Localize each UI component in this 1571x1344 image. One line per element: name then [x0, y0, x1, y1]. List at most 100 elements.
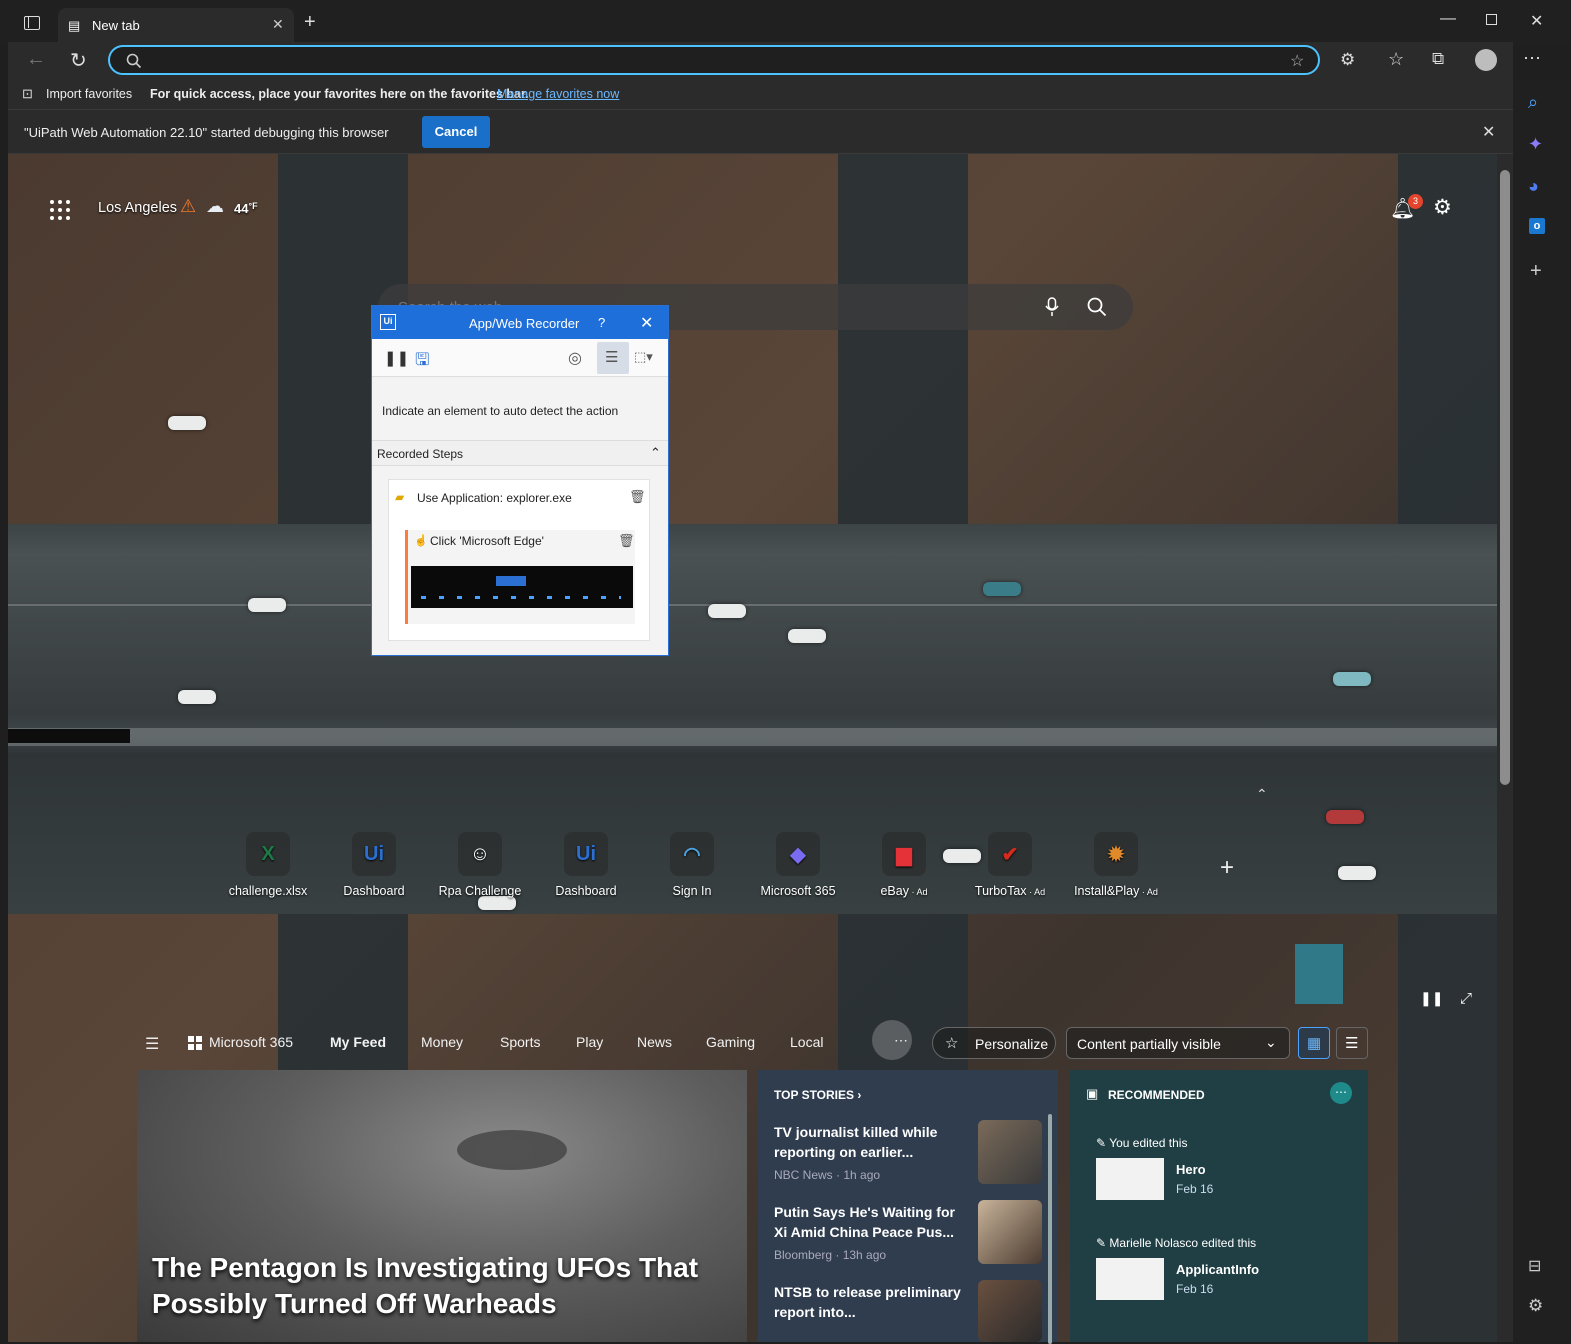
pause-recording-button[interactable]: ❚❚: [384, 349, 409, 367]
list-view-button[interactable]: ☰: [1336, 1027, 1368, 1059]
recommended-more-button[interactable]: ⋯: [1330, 1082, 1352, 1104]
uipath-icon: Ui: [564, 832, 608, 876]
close-tab-icon[interactable]: ✕: [272, 16, 284, 33]
step-screenshot-thumbnail: [411, 566, 633, 608]
quick-link-dashboard[interactable]: Ui Dashboard: [536, 832, 636, 898]
robot-icon: ☺: [458, 832, 502, 876]
sidebar-settings-icon[interactable]: ⚙: [1528, 1296, 1543, 1316]
quick-link-turbotax[interactable]: ✔ TurboTax · Ad: [960, 832, 1060, 898]
address-bar[interactable]: ☆: [108, 45, 1320, 75]
quick-link-ebay[interactable]: ▆ eBay · Ad: [854, 832, 954, 898]
page-scrollbar-thumb[interactable]: [1500, 170, 1510, 785]
checklist-icon: ☰: [605, 349, 619, 366]
nav-my-feed[interactable]: My Feed: [330, 1034, 386, 1050]
newtab-icon: ▤: [68, 18, 81, 33]
close-infobar-icon[interactable]: ✕: [1482, 122, 1495, 142]
top-stories-card: TOP STORIES › TV journalist killed while…: [758, 1070, 1058, 1344]
steps-view-toggle[interactable]: ☰: [597, 342, 629, 374]
recorder-close-button[interactable]: ✕: [640, 313, 653, 333]
manage-favorites-link[interactable]: Manage favorites now: [497, 87, 619, 101]
hamburger-menu-icon[interactable]: ☰: [145, 1034, 159, 1054]
target-detection-icon[interactable]: ◎: [568, 348, 582, 368]
recorder-help-button[interactable]: ?: [598, 315, 605, 330]
edited-by: ✎ You edited this: [1096, 1136, 1188, 1150]
recommended-item[interactable]: ✎ Marielle Nolasco edited this Applicant…: [1096, 1236, 1356, 1300]
step-use-application[interactable]: ▰ Use Application: explorer.exe 🗑︎ ☝ Cli…: [388, 479, 650, 641]
more-menu-icon[interactable]: ⋯: [1523, 48, 1541, 69]
delete-step-icon[interactable]: 🗑︎: [618, 533, 635, 549]
collections-icon[interactable]: ⧉: [1432, 49, 1444, 69]
pause-background-icon[interactable]: ❚❚: [1420, 990, 1443, 1007]
sidebar-add-icon[interactable]: +: [1530, 260, 1542, 283]
address-input[interactable]: [150, 50, 1270, 70]
sidebar-discover-icon[interactable]: ✦: [1528, 134, 1543, 155]
tab-actions-icon[interactable]: [24, 16, 40, 30]
favorites-icon[interactable]: ☆: [1388, 49, 1404, 70]
sidebar-search-icon[interactable]: ⌕: [1528, 92, 1538, 113]
hero-card[interactable]: The Pentagon Is Investigating UFOs That …: [137, 1070, 747, 1342]
nav-money[interactable]: Money: [421, 1034, 463, 1050]
web-search-icon[interactable]: [1087, 297, 1107, 317]
sidebar-outlook-icon[interactable]: o: [1529, 218, 1545, 234]
top-stories-header[interactable]: TOP STORIES ›: [774, 1088, 861, 1102]
collapse-quicklinks-icon[interactable]: ⌃: [1256, 786, 1268, 803]
save-recording-button[interactable]: 🖫︎: [415, 347, 429, 376]
nav-gaming[interactable]: Gaming: [706, 1034, 755, 1050]
recommended-card: ▣ RECOMMENDED ⋯ ✎ You edited this Hero F…: [1070, 1070, 1368, 1342]
maximize-button[interactable]: [1486, 14, 1497, 25]
story-item[interactable]: Putin Says He's Waiting for Xi Amid Chin…: [774, 1202, 964, 1262]
refresh-button[interactable]: ↻: [70, 48, 87, 73]
nav-play[interactable]: Play: [576, 1034, 603, 1050]
new-tab-button[interactable]: +: [304, 11, 316, 34]
signin-icon: ◠: [670, 832, 714, 876]
nav-local[interactable]: Local: [790, 1034, 823, 1050]
screenshot-dropdown-icon[interactable]: ⬚▾: [634, 349, 653, 365]
recorded-steps-header[interactable]: Recorded Steps ⌃: [372, 440, 668, 466]
microphone-icon[interactable]: [1045, 297, 1059, 317]
sidebar-copilot-icon[interactable]: ◕: [1528, 176, 1539, 197]
nav-more-icon[interactable]: ⋯: [894, 1032, 908, 1049]
step-click-edge[interactable]: ☝ Click 'Microsoft Edge' 🗑︎: [405, 530, 635, 624]
story-item[interactable]: TV journalist killed while reporting on …: [774, 1122, 964, 1182]
sidebar-hide-icon[interactable]: ⊟: [1528, 1256, 1541, 1276]
minimize-button[interactable]: —: [1440, 10, 1456, 28]
weather-location[interactable]: Los Angeles: [98, 200, 177, 216]
personalize-button[interactable]: ☆ Personalize: [932, 1027, 1056, 1059]
edited-by: ✎ Marielle Nolasco edited this: [1096, 1236, 1257, 1250]
import-favorites-button[interactable]: Import favorites: [46, 87, 132, 101]
nav-sports[interactable]: Sports: [500, 1034, 540, 1050]
tab-new-tab[interactable]: ▤ New tab ✕: [58, 8, 294, 46]
weather-alert-icon[interactable]: ⚠: [180, 196, 196, 217]
apps-launcher-icon[interactable]: [50, 200, 70, 220]
profile-avatar[interactable]: [1475, 49, 1497, 71]
stories-scrollbar[interactable]: [1048, 1114, 1052, 1344]
quick-link-challenge-xlsx[interactable]: Xchallenge.xlsx: [218, 832, 318, 898]
quick-link-microsoft-365[interactable]: ◆ Microsoft 365: [748, 832, 848, 898]
close-window-button[interactable]: ✕: [1530, 11, 1543, 31]
add-favorite-icon[interactable]: ☆: [1290, 51, 1304, 71]
uipath-logo-icon: Ui: [380, 314, 396, 330]
quick-link-rpa-challenge[interactable]: ☺ Rpa Challenge: [430, 832, 530, 898]
chevron-up-icon[interactable]: ⌃: [650, 445, 661, 461]
cancel-button[interactable]: Cancel: [422, 116, 490, 148]
story-item[interactable]: NTSB to release preliminary report into.…: [774, 1282, 964, 1322]
recorder-toolbar: ❚❚ 🖫︎ ◎ ☰ ⬚▾: [372, 339, 668, 377]
extensions-icon[interactable]: ⚙: [1340, 50, 1355, 70]
personalize-icon: ☆: [945, 1035, 959, 1052]
grid-view-button[interactable]: ▦: [1298, 1027, 1330, 1059]
delete-step-icon[interactable]: 🗑︎: [629, 489, 646, 505]
content-visibility-select[interactable]: Content partially visible ⌄: [1066, 1027, 1290, 1059]
recommended-item[interactable]: ✎ You edited this Hero Feb 16: [1096, 1136, 1356, 1200]
recorder-title-bar[interactable]: Ui App/Web Recorder ? ✕: [372, 306, 668, 339]
add-shortcut-button[interactable]: +: [1220, 854, 1234, 882]
back-button[interactable]: ←: [26, 48, 46, 71]
quick-link-sign-in[interactable]: ◠ Sign In: [642, 832, 742, 898]
nav-news[interactable]: News: [637, 1034, 672, 1050]
nav-microsoft-365[interactable]: Microsoft 365: [209, 1034, 293, 1050]
quick-link-dashboard[interactable]: Ui Dashboard: [324, 832, 424, 898]
expand-background-icon[interactable]: ⤢: [1460, 990, 1472, 1007]
m365-icon: ◆: [776, 832, 820, 876]
quick-link-install-play[interactable]: ✹ Install&Play · Ad: [1066, 832, 1166, 898]
recorder-hint: Indicate an element to auto detect the a…: [382, 404, 619, 418]
page-settings-icon[interactable]: ⚙: [1433, 195, 1452, 220]
